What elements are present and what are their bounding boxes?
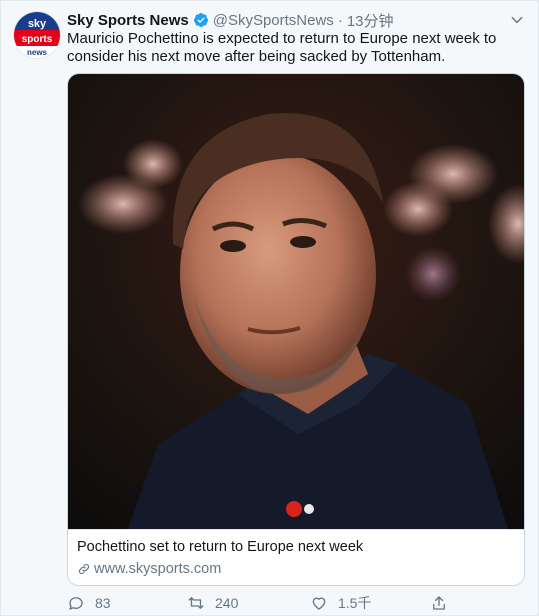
card-link-text[interactable]: www.skysports.com: [94, 561, 221, 577]
link-icon: [78, 563, 90, 575]
tweet-header: Sky Sports News @SkySportsNews · 13分钟: [67, 10, 498, 30]
reply-icon: [69, 597, 83, 610]
share-icon: [433, 596, 445, 610]
logo-text-sky: sky: [28, 18, 47, 30]
avatar[interactable]: sky sports news: [13, 11, 61, 59]
card-link[interactable]: www.skysports.com: [77, 561, 221, 577]
retweet-button[interactable]: 240: [187, 593, 238, 613]
tweet-text: Mauricio Pochettino is expected to retur…: [67, 30, 497, 65]
author-name[interactable]: Sky Sports News: [67, 12, 189, 29]
chevron-down-icon[interactable]: [510, 13, 524, 27]
link-card[interactable]: Pochettino set to return to Europe next …: [67, 73, 525, 586]
heart-icon: [312, 597, 326, 610]
reply-button[interactable]: 83: [67, 593, 111, 613]
tweet-timestamp[interactable]: 13分钟: [347, 10, 394, 31]
tweet-actions: 83 240 1.5千: [67, 593, 527, 613]
logo-text-sports: sports: [22, 34, 53, 45]
card-title[interactable]: Pochettino set to return to Europe next …: [77, 539, 363, 555]
separator-dot: ·: [337, 11, 343, 29]
logo-text-news: news: [27, 48, 48, 57]
card-details[interactable]: Pochettino set to return to Europe next …: [68, 529, 524, 585]
author-handle[interactable]: @SkySportsNews: [213, 12, 334, 29]
retweet-count: 240: [215, 595, 239, 611]
like-count: 1.5千: [338, 595, 372, 611]
tweet[interactable]: sky sports news Sky Sports News @SkySpor…: [0, 0, 539, 616]
sky-sports-news-logo: sky sports news: [14, 12, 60, 58]
reply-count: 83: [95, 595, 111, 611]
retweet-icon: [188, 597, 204, 609]
share-button[interactable]: [430, 593, 458, 613]
like-button[interactable]: 1.5千: [310, 593, 371, 613]
card-image[interactable]: [68, 74, 524, 529]
verified-badge-icon: [193, 13, 208, 27]
